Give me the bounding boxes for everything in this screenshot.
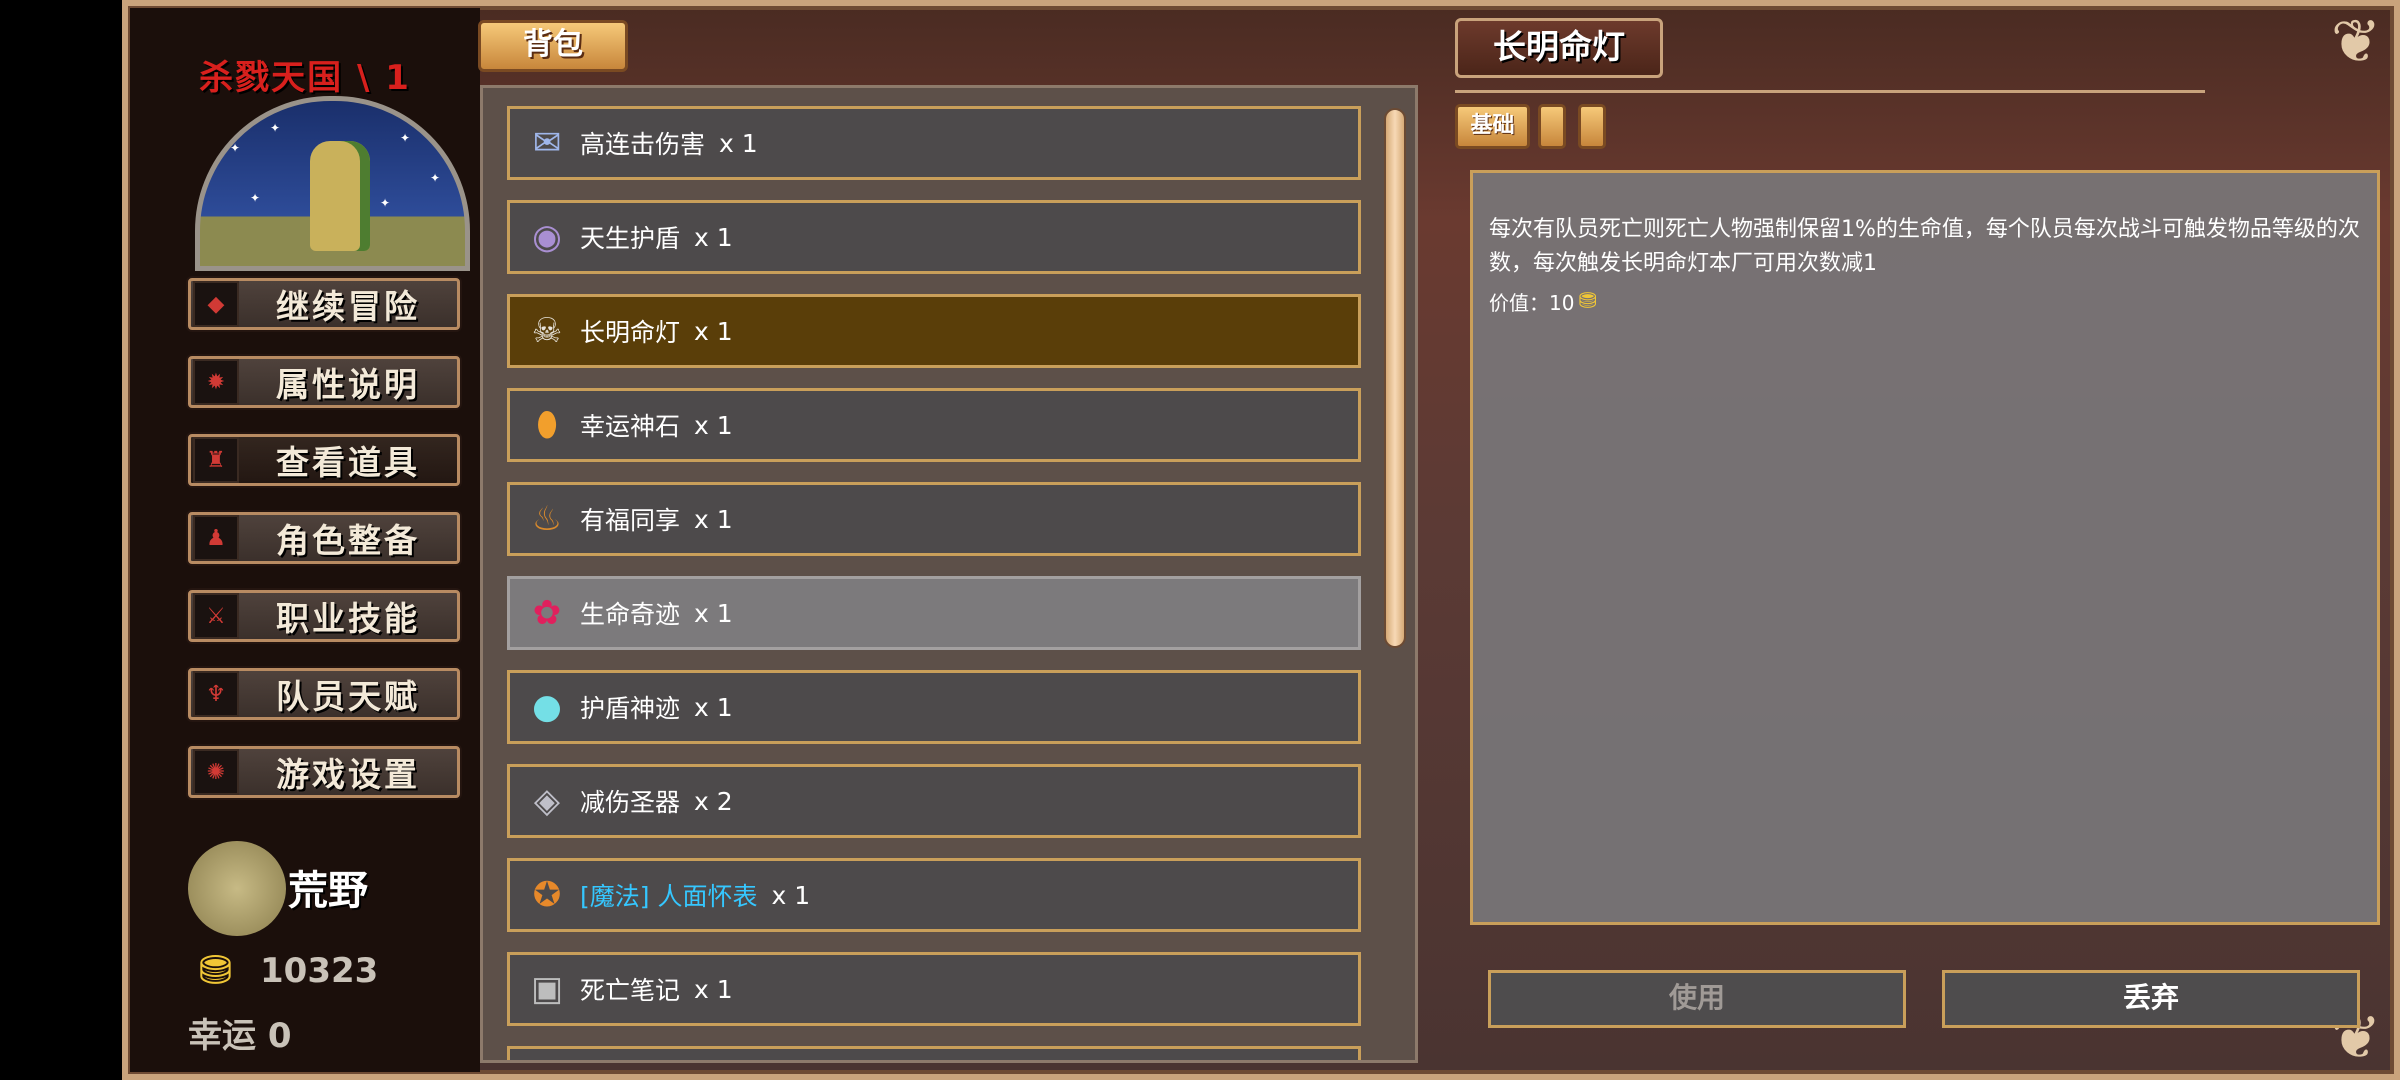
bag-item-row[interactable]: ♨ 有福同享 x 1 [507, 482, 1361, 556]
pocket-watch-icon: ✪ [532, 875, 562, 915]
menu-label: 游戏设置 [276, 755, 420, 794]
menu-label: 属性说明 [276, 365, 420, 404]
menu-button-game-settings[interactable]: ✺ 游戏设置 [188, 746, 460, 798]
character-icon: ♟ [193, 515, 239, 561]
tab-basic[interactable]: 基础 [1455, 104, 1530, 149]
item-quantity: x 1 [694, 316, 733, 346]
menu-label: 队员天赋 [276, 677, 420, 716]
game-title: 杀戮天国 \ 1 [199, 58, 411, 98]
item-name: 天生护盾 [580, 224, 681, 253]
item-name: 高连击伤害 [580, 130, 706, 159]
item-name: 护盾神迹 [580, 694, 681, 723]
settings-icon: ✺ [193, 749, 239, 795]
lucky-stone-icon: ⬮ [536, 405, 558, 445]
item-name: 生命奇迹 [580, 600, 681, 629]
location-icon [188, 841, 286, 936]
item-description: 每次有队员死亡则死亡人物强制保留1%的生命值，每个队员每次战斗可触发物品等级的次… [1489, 217, 2360, 276]
item-name: 有福同享 [580, 506, 681, 535]
item-quantity: x 1 [694, 692, 733, 722]
item-name: 减伤圣器 [580, 788, 681, 817]
scroll-icon: ✉ [532, 123, 562, 163]
menu-button-continue-adventure[interactable]: ◆ 继续冒险 [188, 278, 460, 330]
item-detail-panel: 每次有队员死亡则死亡人物强制保留1%的生命值，每个队员每次战斗可触发物品等级的次… [1470, 170, 2380, 925]
menu-button-attribute-info[interactable]: ✹ 属性说明 [188, 356, 460, 408]
coin-icon: ⛃ [1578, 289, 1597, 314]
item-value-text: 价值：10 [1489, 291, 1575, 315]
death-note-icon: ▣ [530, 969, 564, 1009]
item-quantity: x 1 [694, 410, 733, 440]
gold-amount: 10323 [260, 951, 379, 991]
bag-item-row[interactable]: ⬮ 幸运神石 x 1 [507, 388, 1361, 462]
attribute-icon: ✹ [193, 359, 239, 405]
menu-button-member-talent[interactable]: ♆ 队员天赋 [188, 668, 460, 720]
sidebar: 杀戮天国 \ 1 ✦ ✦ ✦ ✦ ✦ ✦ ◆ 继续冒险 ✹ 属性说明 ♜ 查看道… [130, 8, 480, 1072]
item-quantity: x 2 [694, 786, 733, 816]
item-name: 长明命灯 [580, 318, 681, 347]
item-quantity: x 1 [694, 222, 733, 252]
items-icon: ♜ [193, 437, 239, 483]
tab-empty-2[interactable] [1578, 104, 1606, 149]
menu-button-class-skills[interactable]: ⚔ 职业技能 [188, 590, 460, 642]
life-berry-icon: ✿ [532, 593, 562, 633]
menu-label: 查看道具 [276, 443, 420, 482]
use-button[interactable]: 使用 [1488, 970, 1906, 1028]
item-name: 死亡笔记 [580, 976, 681, 1005]
cauldron-icon: ♨ [531, 499, 563, 539]
menu-button-character-equip[interactable]: ♟ 角色整备 [188, 512, 460, 564]
adventure-icon: ◆ [193, 281, 239, 327]
menu-label: 角色整备 [276, 521, 420, 560]
bag-item-row[interactable]: ▣ 死亡笔记 x 1 [507, 952, 1361, 1026]
gold-coins-icon: ⛃ [198, 948, 233, 994]
discard-button[interactable]: 丢弃 [1942, 970, 2360, 1028]
frame-corner-ornament: ❦ [2330, 7, 2382, 77]
bag-item-row[interactable]: ✉ 高连击伤害 x 1 [507, 106, 1361, 180]
item-quantity: x 1 [694, 974, 733, 1004]
bag-item-list[interactable]: ✉ 高连击伤害 x 1 ◉ 天生护盾 x 1 ☠ 长明命灯 x 1 ⬮ 幸运神石… [480, 85, 1418, 1063]
hero-figure [310, 141, 370, 251]
item-quantity: x 1 [694, 598, 733, 628]
bag-item-row-selected[interactable]: ☠ 长明命灯 x 1 [507, 294, 1361, 368]
menu-label: 职业技能 [276, 599, 420, 638]
divider [1455, 90, 2205, 93]
shield-sphere-icon: ● [532, 687, 562, 727]
bag-item-row[interactable]: ◉ 天生护盾 x 1 [507, 200, 1361, 274]
item-value: 价值：10 ⛃ [1489, 287, 2361, 316]
bag-item-row[interactable]: ◈ 减伤圣器 x 2 [507, 764, 1361, 838]
item-detail-title: 长明命灯 [1455, 18, 1663, 78]
tab-empty-1[interactable] [1538, 104, 1566, 149]
item-name: [魔法] 人面怀表 [580, 882, 758, 911]
bag-item-row[interactable]: ✪ [魔法] 人面怀表 x 1 [507, 858, 1361, 932]
bag-item-row-hovered[interactable]: ✿ 生命奇迹 x 1 [507, 576, 1361, 650]
item-name: 幸运神石 [580, 412, 681, 441]
tab-bag[interactable]: 背包 [478, 20, 628, 72]
item-quantity: x 1 [694, 504, 733, 534]
bag-item-row[interactable]: ● 护盾神迹 x 1 [507, 670, 1361, 744]
skill-icon: ⚔ [193, 593, 239, 639]
talent-icon: ♆ [193, 671, 239, 717]
bag-item-row-partial[interactable] [507, 1046, 1361, 1060]
menu-label: 继续冒险 [276, 287, 420, 326]
skull-lamp-icon: ☠ [531, 311, 563, 351]
holy-relic-icon: ◈ [533, 781, 561, 821]
hero-portrait: ✦ ✦ ✦ ✦ ✦ ✦ [195, 96, 470, 271]
bag-scrollbar[interactable] [1384, 108, 1406, 648]
shield-orb-icon: ◉ [532, 217, 562, 257]
item-quantity: x 1 [771, 880, 811, 910]
menu-button-view-items[interactable]: ♜ 查看道具 [188, 434, 460, 486]
item-quantity: x 1 [719, 128, 758, 158]
luck-value: 幸运 0 [188, 1016, 292, 1056]
location-name: 荒野 [288, 868, 368, 914]
